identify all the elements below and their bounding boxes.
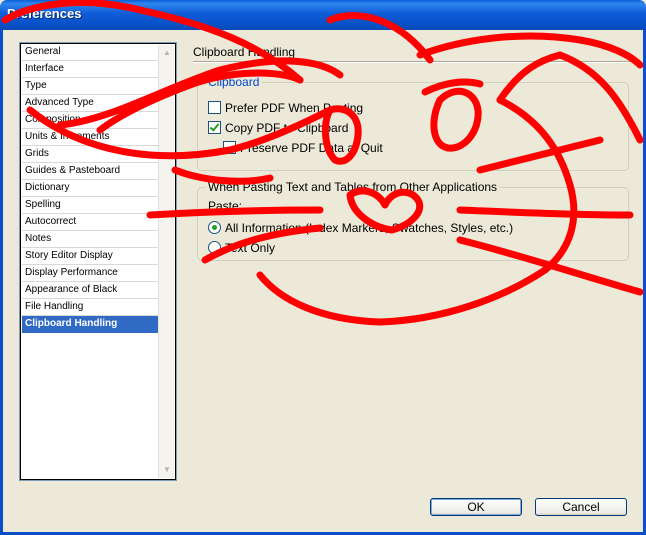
panel-divider: [193, 61, 630, 63]
sidebar-item-interface[interactable]: Interface: [22, 61, 159, 78]
copy-pdf-checkbox[interactable]: Copy PDF to Clipboard: [208, 120, 348, 135]
sidebar-item-appearance-of-black[interactable]: Appearance of Black: [22, 282, 159, 299]
sidebar-item-general[interactable]: General: [22, 44, 159, 61]
prefer-pdf-checkbox-box[interactable]: [208, 101, 221, 114]
cancel-button[interactable]: Cancel: [535, 498, 627, 516]
scroll-down-icon[interactable]: ▼: [159, 462, 175, 478]
radio-text-only-label[interactable]: Text Only: [225, 241, 275, 255]
sidebar-item-composition[interactable]: Composition: [22, 112, 159, 129]
sidebar-item-notes[interactable]: Notes: [22, 231, 159, 248]
sidebar-item-units-increments[interactable]: Units & Increments: [22, 129, 159, 146]
title-bar[interactable]: Preferences: [0, 0, 646, 30]
sidebar-item-autocorrect[interactable]: Autocorrect: [22, 214, 159, 231]
sidebar-item-guides-pasteboard[interactable]: Guides & Pasteboard: [22, 163, 159, 180]
preserve-pdf-checkbox-box[interactable]: [223, 141, 236, 154]
prefer-pdf-checkbox[interactable]: Prefer PDF When Pasting: [208, 100, 363, 115]
preserve-pdf-checkbox[interactable]: Preserve PDF Data at Quit: [223, 140, 383, 155]
sidebar-item-story-editor-display[interactable]: Story Editor Display: [22, 248, 159, 265]
sidebar-item-file-handling[interactable]: File Handling: [22, 299, 159, 316]
preserve-pdf-label[interactable]: Preserve PDF Data at Quit: [240, 141, 383, 155]
ok-button[interactable]: OK: [430, 498, 522, 516]
sidebar-item-spelling[interactable]: Spelling: [22, 197, 159, 214]
doodle-stroke: [256, 266, 549, 326]
check-mark-icon: [209, 121, 220, 132]
prefer-pdf-label[interactable]: Prefer PDF When Pasting: [225, 101, 363, 115]
sidebar-item-type[interactable]: Type: [22, 78, 159, 95]
sidebar-item-display-performance[interactable]: Display Performance: [22, 265, 159, 282]
clipboard-group-legend: Clipboard: [205, 75, 263, 89]
panel-title: Clipboard Handling: [193, 45, 296, 59]
sidebar-item-advanced-type[interactable]: Advanced Type: [22, 95, 159, 112]
sidebar-item-dictionary[interactable]: Dictionary: [22, 180, 159, 197]
list-scrollbar[interactable]: ▲ ▼: [158, 45, 174, 478]
radio-all-information[interactable]: All Information (Index Markers, Swatches…: [208, 220, 513, 235]
radio-dot-icon: [212, 225, 217, 230]
radio-text-only-circle[interactable]: [208, 241, 221, 254]
window-title: Preferences: [7, 6, 82, 21]
copy-pdf-checkbox-box[interactable]: [208, 121, 221, 134]
scroll-up-icon[interactable]: ▲: [159, 45, 175, 61]
copy-pdf-label[interactable]: Copy PDF to Clipboard: [225, 121, 348, 135]
radio-all-information-circle[interactable]: [208, 221, 221, 234]
sidebar-item-clipboard-handling[interactable]: Clipboard Handling: [22, 316, 159, 333]
sidebar-item-grids[interactable]: Grids: [22, 146, 159, 163]
radio-all-information-label[interactable]: All Information (Index Markers, Swatches…: [225, 221, 513, 235]
category-list[interactable]: General Interface Type Advanced Type Com…: [19, 42, 177, 481]
window-frame-left: [0, 30, 3, 535]
paste-label: Paste:: [208, 199, 243, 213]
radio-text-only[interactable]: Text Only: [208, 240, 275, 255]
paste-group-legend: When Pasting Text and Tables from Other …: [205, 180, 501, 194]
